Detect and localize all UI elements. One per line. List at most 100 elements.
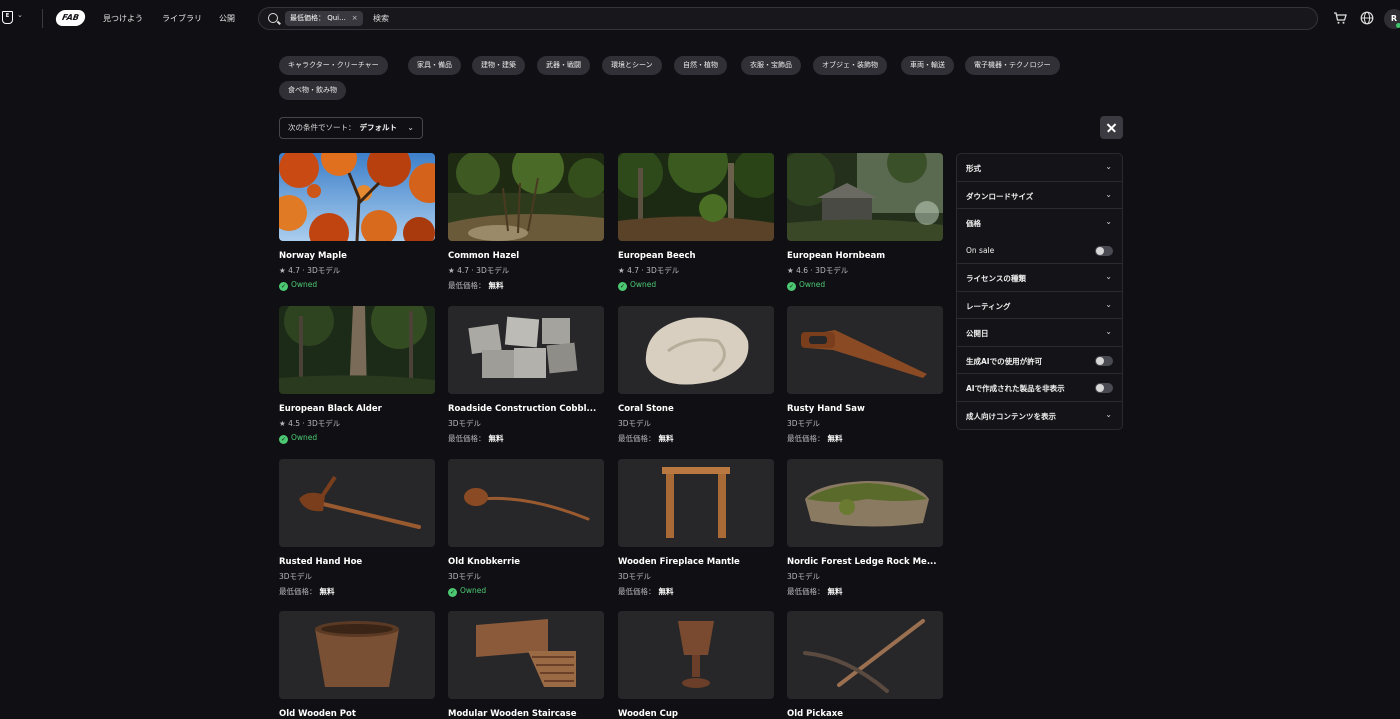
- thumbnail-wooden-cup[interactable]: [618, 611, 774, 699]
- product-card[interactable]: Rusted Hand Hoe 3Dモデル 最低価格： 無料: [279, 459, 435, 597]
- cart-icon[interactable]: [1333, 11, 1347, 25]
- owned-label: Owned: [630, 280, 657, 289]
- product-card[interactable]: Roadside Construction Cobbl... 3Dモデル 最低価…: [448, 306, 604, 444]
- genai-allowed-toggle[interactable]: [1095, 355, 1113, 366]
- thumbnail-common-hazel[interactable]: [448, 153, 604, 241]
- chevron-down-icon[interactable]: ⌄: [17, 11, 23, 19]
- category-chip[interactable]: 家具・備品: [408, 56, 461, 75]
- filter-license-type[interactable]: ライセンスの種類 ⌄: [957, 264, 1122, 292]
- close-filters-button[interactable]: [1100, 116, 1123, 139]
- product-card[interactable]: Nordic Forest Ledge Rock Me... 3Dモデル 最低価…: [787, 459, 943, 597]
- card-title[interactable]: Norway Maple: [279, 251, 435, 261]
- card-title[interactable]: Common Hazel: [448, 251, 604, 261]
- product-card[interactable]: Old Pickaxe: [787, 611, 943, 719]
- fab-logo[interactable]: FAB: [54, 10, 87, 26]
- card-title[interactable]: Nordic Forest Ledge Rock Me...: [787, 557, 943, 567]
- thumbnail-european-beech[interactable]: [618, 153, 774, 241]
- product-card[interactable]: European Hornbeam ★ 4.6 · 3Dモデル ✓ Owned: [787, 153, 943, 291]
- thumbnail-cobblestones[interactable]: [448, 306, 604, 394]
- price-label: 最低価格：: [448, 434, 486, 443]
- card-title[interactable]: Rusted Hand Hoe: [279, 557, 435, 567]
- product-card[interactable]: Old Knobkerrie 3Dモデル ✓ Owned: [448, 459, 604, 597]
- thumbnail-modular-wooden-staircase[interactable]: [448, 611, 604, 699]
- product-card[interactable]: European Black Alder ★ 4.5 · 3Dモデル ✓ Owne…: [279, 306, 435, 444]
- sort-dropdown[interactable]: 次の条件でソート： デフォルト ⌄: [279, 117, 423, 139]
- product-card[interactable]: European Beech ★ 4.7 · 3Dモデル ✓ Owned: [618, 153, 774, 291]
- category-chip[interactable]: 自然・植物: [674, 56, 727, 75]
- thumbnail-rusty-hand-saw[interactable]: [787, 306, 943, 394]
- hide-ai-created-toggle[interactable]: [1095, 383, 1113, 393]
- filter-download-size[interactable]: ダウンロードサイズ ⌄: [957, 182, 1122, 209]
- nav-library[interactable]: ライブラリ: [162, 13, 202, 24]
- card-title[interactable]: Wooden Fireplace Mantle: [618, 557, 774, 567]
- thumbnail-norway-maple[interactable]: [279, 153, 435, 241]
- product-card[interactable]: Norway Maple ★ 4.7 · 3Dモデル ✓ Owned: [279, 153, 435, 291]
- chip-close-icon[interactable]: ×: [352, 14, 358, 22]
- category-chip[interactable]: 衣服・宝飾品: [741, 56, 801, 75]
- card-title[interactable]: Rusty Hand Saw: [787, 404, 943, 414]
- search-filter-chip[interactable]: 最低価格： Qui... ×: [285, 11, 363, 26]
- globe-icon[interactable]: [1360, 11, 1374, 25]
- search-input[interactable]: 検索: [373, 13, 389, 24]
- on-sale-toggle[interactable]: [1095, 245, 1113, 256]
- filter-price[interactable]: 価格 ⌄: [957, 209, 1122, 237]
- thumbnail-coral-stone[interactable]: [618, 306, 774, 394]
- card-title[interactable]: Old Pickaxe: [787, 709, 943, 719]
- thumbnail-wooden-fireplace-mantle[interactable]: [618, 459, 774, 547]
- filter-label: AIで作成された製品を非表示: [966, 384, 1065, 393]
- price-label: 最低価格：: [787, 587, 825, 596]
- owned-label: Owned: [460, 586, 487, 595]
- epic-games-logo-icon[interactable]: E: [2, 11, 13, 24]
- card-title[interactable]: Wooden Cup: [618, 709, 774, 719]
- search-bar[interactable]: 最低価格： Qui... × 検索: [258, 7, 1318, 30]
- thumbnail-european-black-alder[interactable]: [279, 306, 435, 394]
- product-card[interactable]: Wooden Cup: [618, 611, 774, 719]
- top-bar: E ⌄ FAB 見つけよう ライブラリ 公開 最低価格： Qui... × 検索 …: [0, 0, 1400, 36]
- category-chip[interactable]: 環境とシーン: [602, 56, 662, 75]
- card-title[interactable]: Roadside Construction Cobbl...: [448, 404, 604, 414]
- filter-format[interactable]: 形式 ⌄: [957, 154, 1122, 182]
- card-title[interactable]: Modular Wooden Staircase: [448, 709, 604, 719]
- category-chip[interactable]: 武器・戦闘: [537, 56, 590, 75]
- card-title[interactable]: European Black Alder: [279, 404, 435, 414]
- thumbnail-old-wooden-pot[interactable]: [279, 611, 435, 699]
- filter-panel: 形式 ⌄ ダウンロードサイズ ⌄ 価格 ⌄ On sale ライセンスの種類 ⌄ レーテ…: [956, 153, 1123, 430]
- card-title[interactable]: Old Knobkerrie: [448, 557, 604, 567]
- card-meta: 3Dモデル: [448, 419, 482, 428]
- thumbnail-rusted-hand-hoe[interactable]: [279, 459, 435, 547]
- thumbnail-old-pickaxe[interactable]: [787, 611, 943, 699]
- product-card[interactable]: Modular Wooden Staircase: [448, 611, 604, 719]
- category-chip[interactable]: 車両・輸送: [901, 56, 954, 75]
- card-title[interactable]: Coral Stone: [618, 404, 774, 414]
- product-card[interactable]: Coral Stone 3Dモデル 最低価格： 無料: [618, 306, 774, 444]
- category-chip[interactable]: オブジェ・装飾物: [813, 56, 887, 75]
- filter-label: 成人向けコンテンツを表示: [966, 411, 1056, 421]
- product-card[interactable]: Wooden Fireplace Mantle 3Dモデル 最低価格： 無料: [618, 459, 774, 597]
- owned-status: ✓ Owned: [787, 280, 943, 291]
- price-label: 最低価格：: [618, 587, 656, 596]
- thumbnail-nordic-forest-ledge-rock[interactable]: [787, 459, 943, 547]
- price-label: 最低価格：: [787, 434, 825, 443]
- card-meta: 3Dモデル: [618, 419, 652, 428]
- card-title[interactable]: European Hornbeam: [787, 251, 943, 261]
- category-chip[interactable]: キャラクター・クリーチャー: [279, 56, 388, 75]
- card-title[interactable]: Old Wooden Pot: [279, 709, 435, 719]
- product-card[interactable]: Rusty Hand Saw 3Dモデル 最低価格： 無料: [787, 306, 943, 444]
- chevron-down-icon: ⌄: [1105, 409, 1112, 419]
- thumbnail-old-knobkerrie[interactable]: [448, 459, 604, 547]
- online-status-dot: [1396, 23, 1400, 28]
- category-chip[interactable]: 電子機器・テクノロジー: [965, 56, 1060, 75]
- filter-release-date[interactable]: 公開日 ⌄: [957, 319, 1122, 347]
- nav-publish[interactable]: 公開: [219, 13, 235, 24]
- product-card[interactable]: Common Hazel ★ 4.7 · 3Dモデル 最低価格： 無料: [448, 153, 604, 291]
- filter-label: 生成AIでの使用が許可: [966, 356, 1043, 366]
- filter-label: 形式: [966, 164, 981, 173]
- filter-adult-content[interactable]: 成人向けコンテンツを表示 ⌄: [957, 402, 1122, 430]
- card-title[interactable]: European Beech: [618, 251, 774, 261]
- product-card[interactable]: Old Wooden Pot: [279, 611, 435, 719]
- filter-rating[interactable]: レーティング ⌄: [957, 292, 1122, 319]
- thumbnail-european-hornbeam[interactable]: [787, 153, 943, 241]
- nav-discover[interactable]: 見つけよう: [103, 13, 143, 24]
- category-chip[interactable]: 食べ物・飲み物: [279, 81, 346, 100]
- category-chip[interactable]: 建物・建築: [472, 56, 525, 75]
